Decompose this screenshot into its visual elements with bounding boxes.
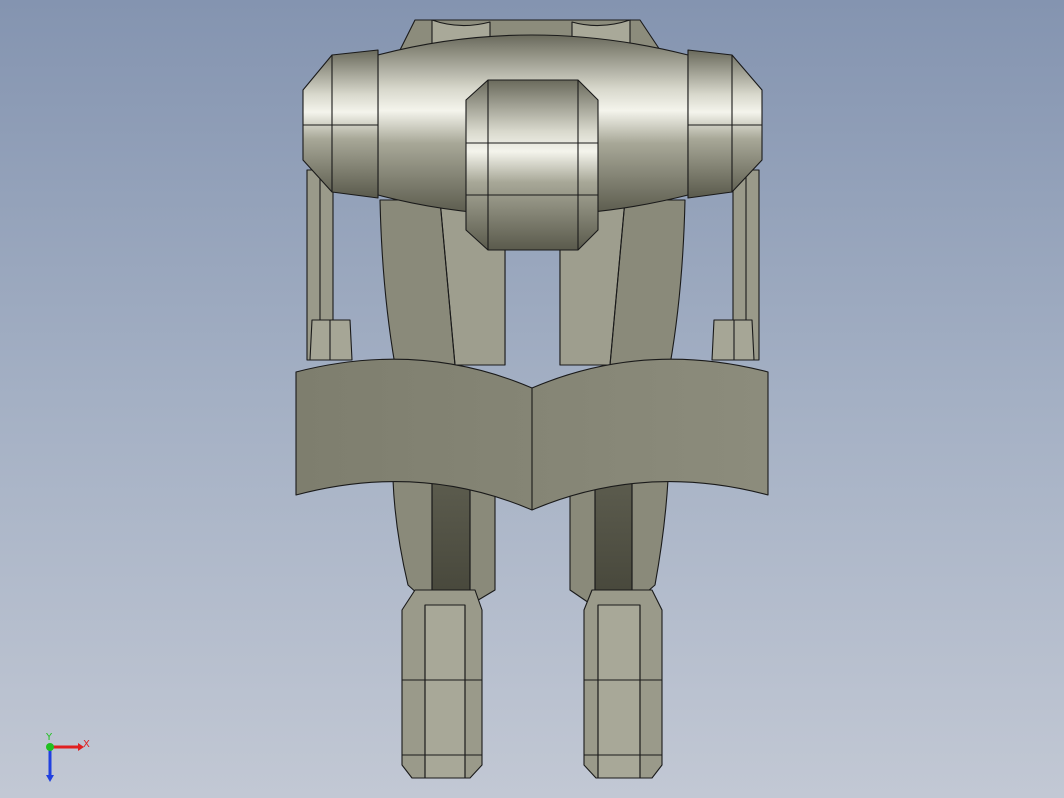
right-foot[interactable] bbox=[583, 589, 663, 779]
left-rod[interactable] bbox=[306, 169, 353, 361]
waist-shield[interactable] bbox=[295, 358, 769, 511]
left-foot[interactable] bbox=[401, 589, 483, 779]
x-axis-label: X bbox=[83, 739, 90, 750]
right-rod[interactable] bbox=[711, 169, 760, 361]
y-axis-label: Y bbox=[45, 732, 53, 743]
coordinate-triad-icon: X Y bbox=[45, 732, 90, 782]
left-shin[interactable] bbox=[392, 479, 496, 606]
robot-model[interactable] bbox=[0, 0, 1064, 798]
right-shin[interactable] bbox=[569, 479, 669, 606]
center-block[interactable] bbox=[465, 79, 599, 251]
cad-viewport[interactable]: X Y bbox=[0, 0, 1064, 798]
